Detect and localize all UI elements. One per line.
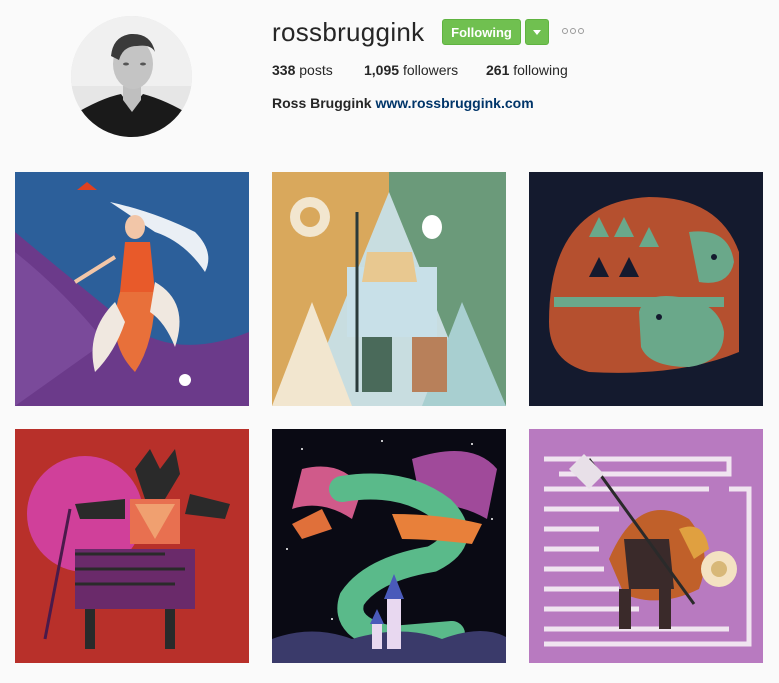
- username: rossbruggink: [272, 17, 425, 47]
- post-image-mermaid: [15, 172, 249, 406]
- post-tile[interactable]: [272, 429, 506, 663]
- suggestions-dropdown-button[interactable]: [525, 19, 549, 45]
- full-name: Ross Bruggink: [272, 95, 372, 111]
- post-image-dragon: [272, 429, 506, 663]
- followers-label: followers: [402, 62, 459, 78]
- post-image-warrior: [272, 172, 506, 406]
- profile-bio: Ross Bruggink www.rossbruggink.com: [272, 95, 534, 111]
- post-image-bears: [529, 172, 763, 406]
- website-link[interactable]: www.rossbruggink.com: [375, 95, 533, 111]
- avatar[interactable]: [71, 16, 192, 137]
- chevron-down-icon: [533, 30, 541, 35]
- followers-count: 1,095: [364, 62, 400, 78]
- post-tile[interactable]: [272, 172, 506, 406]
- following-label: following: [513, 62, 568, 78]
- post-tile[interactable]: [15, 172, 249, 406]
- following-count: 261: [486, 62, 510, 78]
- followers-stat[interactable]: 1,095 followers: [364, 62, 458, 78]
- post-image-minotaur: [529, 429, 763, 663]
- post-tile[interactable]: [15, 429, 249, 663]
- post-tile[interactable]: [529, 429, 763, 663]
- post-tile[interactable]: [529, 172, 763, 406]
- post-image-wolves: [15, 429, 249, 663]
- avatar-image: [71, 16, 192, 137]
- following-button[interactable]: Following: [442, 19, 521, 45]
- posts-stat: 338 posts: [272, 62, 333, 78]
- more-options-button[interactable]: [562, 26, 584, 36]
- posts-label: posts: [299, 62, 333, 78]
- posts-count: 338: [272, 62, 296, 78]
- following-stat[interactable]: 261 following: [486, 62, 568, 78]
